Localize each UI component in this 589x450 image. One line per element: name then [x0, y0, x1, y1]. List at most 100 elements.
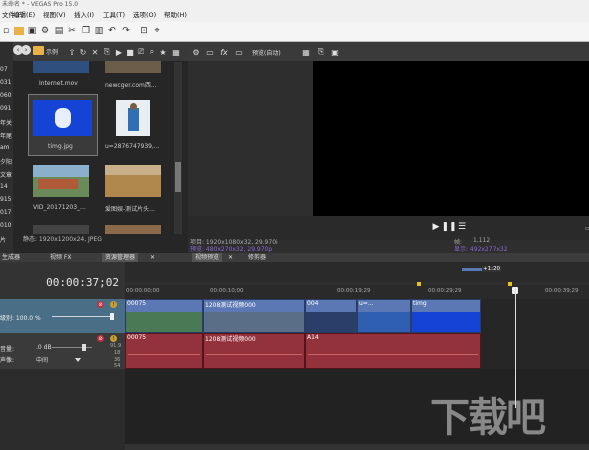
watermark-logo: 下载吧 — [430, 394, 546, 441]
clip-label: 00075 — [127, 334, 147, 341]
clip-label: 1208测试视频000 — [205, 336, 256, 343]
thumb-partial[interactable] — [105, 225, 161, 234]
video-clip[interactable]: u=... — [357, 299, 411, 333]
menu-tools[interactable]: 工具(T) — [103, 9, 125, 22]
video-clip[interactable]: timg — [411, 299, 481, 333]
menu-edit[interactable]: 编辑(E) — [13, 9, 35, 22]
video-clip[interactable]: 004 — [305, 299, 357, 333]
preview-quality-select[interactable]: 预览(自动) — [252, 48, 281, 57]
region-bar — [462, 268, 482, 271]
current-time: 00:00:37;02 — [46, 276, 119, 289]
audio-clip[interactable]: 1208测试视频000 — [203, 333, 305, 369]
open-folder-icon[interactable] — [13, 25, 25, 37]
cut-icon[interactable]: ✂ — [66, 25, 78, 37]
thumb-internet-mov[interactable] — [33, 61, 89, 73]
item-label: u=2876747939,... — [105, 143, 160, 150]
side-icon[interactable]: ▫ — [581, 222, 589, 234]
pan-handle-icon[interactable] — [75, 358, 81, 362]
video-clip[interactable]: 1208测试视频000 — [203, 299, 305, 333]
undo-icon[interactable]: ↶ — [106, 25, 118, 37]
fx-icon[interactable]: fx — [218, 46, 230, 58]
video-track-lane: 00075 1208测试视频000 004 u=... timg — [125, 299, 589, 333]
paste-icon[interactable]: ▥ — [93, 25, 105, 37]
external-monitor-icon[interactable]: ▭ — [233, 46, 245, 58]
menu-insert[interactable]: 插入(I) — [74, 9, 94, 22]
menu-bar: 文件(F) 编辑(E) 视图(V) 插入(I) 工具(T) 选项(O) 帮助(H… — [0, 9, 589, 22]
play-icon[interactable]: ▶ — [430, 221, 442, 233]
thumb-partial[interactable] — [33, 225, 89, 234]
settings-gear-icon[interactable]: ⚙ — [39, 25, 51, 37]
save-snapshot-icon[interactable]: ▣ — [329, 46, 341, 58]
audio-track-header[interactable]: ⊘ ! 音量: .0 dB 声像: 中间 91.9 18 36 54 — [0, 333, 125, 369]
copy-icon[interactable]: ❐ — [80, 25, 92, 37]
level-label: 级别: 100.0 % — [0, 315, 41, 322]
thumb-vid-20171203[interactable] — [33, 165, 89, 197]
split-screen-icon[interactable]: ▭ — [204, 46, 216, 58]
pan-value: 中间 — [36, 357, 49, 364]
menu-view[interactable]: 视图(V) — [43, 9, 66, 22]
current-folder-label[interactable]: 示例 — [46, 47, 58, 56]
level-slider-handle[interactable] — [110, 313, 114, 320]
video-preview-panel: ⚙ ▭ fx ▭ 预览(自动) ▦ ⎘ ▣ ▶ ❚❚ ☰ 项目: 1920x10… — [188, 42, 589, 262]
meter-tick: 18 — [114, 350, 121, 356]
loop-start-marker[interactable] — [417, 282, 421, 286]
clip-thumbnails — [358, 312, 410, 332]
edit-tool-icon[interactable]: ⌖ — [151, 25, 163, 37]
audio-waveform — [206, 354, 302, 355]
loop-bar[interactable] — [125, 282, 589, 285]
volume-slider[interactable] — [52, 347, 92, 348]
settings-gear-icon[interactable]: ⚙ — [190, 46, 202, 58]
snap-icon[interactable]: ⊡ — [138, 25, 150, 37]
item-label: timg.jpg — [48, 143, 73, 150]
timeline-ruler[interactable]: +1:20 00:00:00;00 00:00:10;00 00:00:19;2… — [125, 262, 589, 299]
menu-options[interactable]: 选项(O) — [133, 9, 156, 22]
menu-icon[interactable]: ☰ — [456, 221, 468, 233]
save-icon[interactable]: ▣ — [26, 25, 38, 37]
side-label: 017 — [0, 209, 12, 216]
side-label: 031 — [0, 79, 12, 86]
ruler-label: 00:00:29;29 — [428, 288, 462, 294]
views-icon[interactable]: ▦ — [170, 46, 182, 58]
level-slider[interactable] — [52, 316, 112, 317]
volume-value: .0 dB — [36, 344, 52, 351]
side-label: 夕阳 — [0, 159, 13, 166]
mute-icon[interactable]: ⊘ — [97, 301, 104, 308]
refresh-icon[interactable]: ↻ — [77, 46, 89, 58]
delete-icon[interactable]: ✕ — [89, 46, 101, 58]
thumb-timg-jpg[interactable] — [33, 100, 92, 136]
explorer-scrollbar[interactable] — [174, 62, 182, 234]
pause-icon[interactable]: ❚❚ — [441, 221, 456, 233]
render-icon[interactable]: ▤ — [53, 25, 65, 37]
video-clip[interactable]: 00075 — [125, 299, 203, 333]
clip-thumbnails — [412, 312, 480, 332]
track-list: ⊘ ! 级别: 100.0 % ⊘ ! 音量: .0 dB 声像: 中间 91.… — [0, 299, 125, 450]
item-label: newcger.com西... — [105, 82, 157, 89]
video-track-header[interactable]: ⊘ ! 级别: 100.0 % — [0, 299, 125, 333]
side-label: am — [0, 144, 10, 151]
add-to-project-icon[interactable]: ⎘ — [101, 46, 113, 58]
loop-end-marker[interactable] — [508, 282, 512, 286]
redo-icon[interactable]: ↷ — [120, 25, 132, 37]
audio-clip[interactable]: 00075 — [125, 333, 203, 369]
copy-snapshot-icon[interactable]: ⎘ — [315, 46, 327, 58]
scroll-thumb[interactable] — [175, 162, 181, 192]
thumb-newcger[interactable] — [105, 61, 161, 73]
menu-help[interactable]: 帮助(H) — [164, 9, 187, 22]
solo-icon[interactable]: ! — [110, 301, 117, 308]
audio-clip[interactable]: A14 — [305, 333, 481, 369]
thumb-u-image[interactable] — [116, 100, 150, 136]
side-label: 片 — [0, 237, 7, 244]
thumb-test-intro[interactable] — [105, 165, 161, 197]
clip-thumbnails — [306, 312, 356, 332]
favorites-icon[interactable]: ★ — [157, 46, 169, 58]
volume-slider-handle[interactable] — [82, 344, 86, 351]
clip-label: 1208测试视频000 — [205, 302, 256, 309]
forward-icon[interactable]: › — [21, 45, 31, 55]
mute-icon[interactable]: ⊘ — [97, 335, 104, 342]
clip-label: u=... — [359, 300, 374, 307]
explorer-status: 静态: 1920x1200x24, JPEG — [13, 234, 188, 246]
new-project-icon[interactable]: ▫ — [0, 25, 12, 37]
overlays-icon[interactable]: ▦ — [300, 46, 312, 58]
solo-icon[interactable]: ! — [110, 335, 117, 342]
side-label: 年尾 — [0, 133, 13, 140]
